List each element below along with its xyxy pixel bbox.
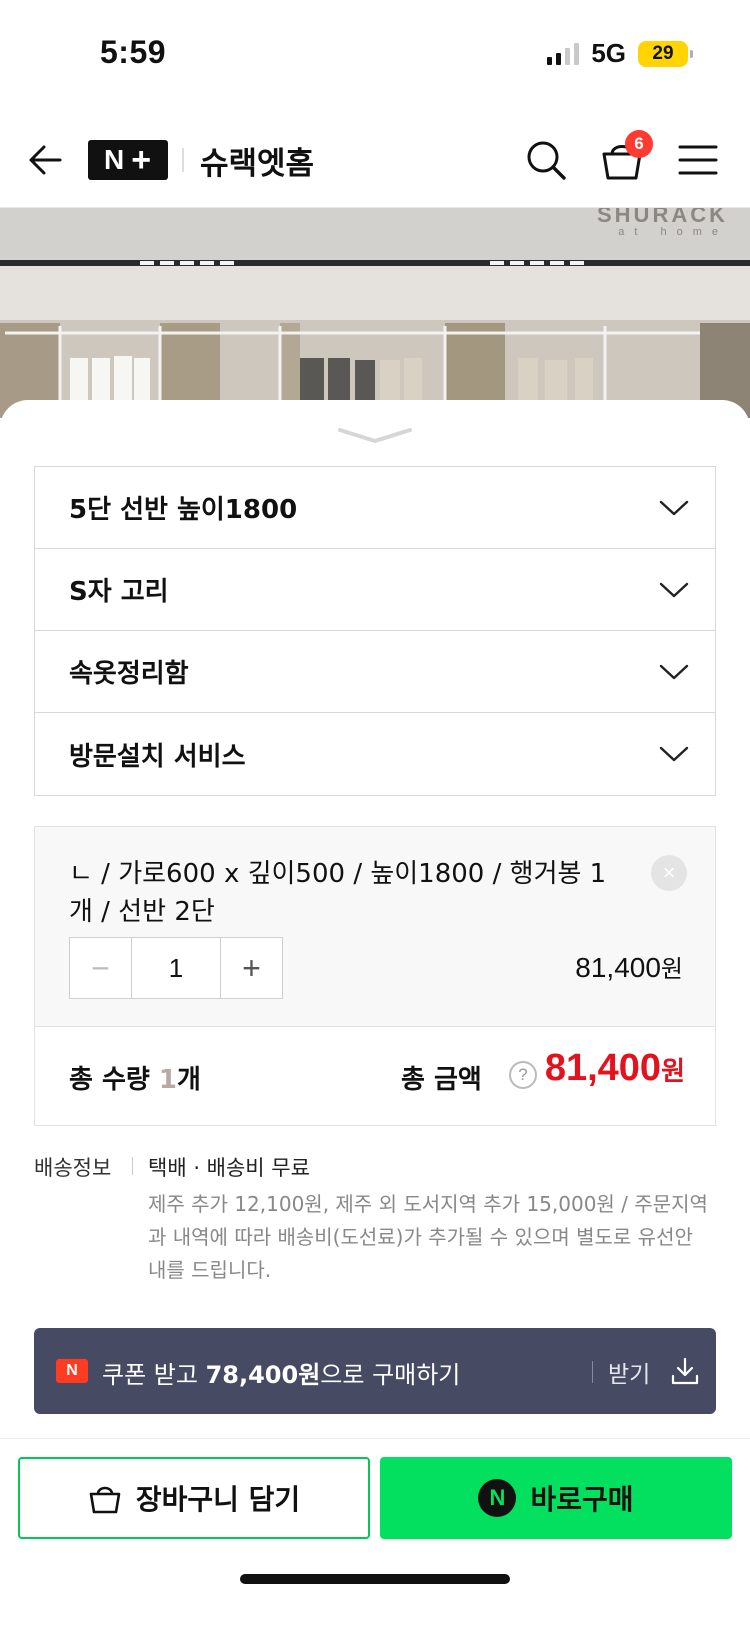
- shipping-description: 제주 추가 12,100원, 제주 외 도서지역 추가 15,000원 / 주문…: [148, 1192, 708, 1282]
- buy-now-button[interactable]: N 바로구매: [380, 1457, 732, 1539]
- total-amount-label: 총 금액: [401, 1065, 482, 1095]
- coupon-download-banner[interactable]: N 쿠폰 받고 78,400원으로 구매하기 받기: [34, 1328, 716, 1414]
- total-amount-value: 81,400: [544, 1047, 662, 1089]
- chevron-down-icon: [659, 582, 689, 597]
- sheet-collapse-chevron-icon[interactable]: [336, 424, 414, 446]
- chevron-down-icon: [659, 500, 689, 515]
- quantity-increase-button[interactable]: +: [220, 938, 282, 998]
- option-select-install-service[interactable]: 방문설치 서비스: [35, 713, 715, 795]
- quantity-value[interactable]: 1: [132, 938, 220, 998]
- chevron-down-icon: [659, 664, 689, 679]
- selected-item: ㄴ / 가로600 x 깊이500 / 높이1800 / 행거봉 1개 / 선반…: [35, 827, 715, 1027]
- total-quantity-label: 총 수량: [69, 1065, 159, 1095]
- app-header: N + 슈랙엣홈 6: [0, 110, 750, 208]
- shopping-bag-icon: [89, 1486, 121, 1514]
- total-quantity-value: 1: [158, 1065, 177, 1095]
- add-to-cart-button[interactable]: 장바구니 담기: [18, 1457, 370, 1539]
- chevron-down-icon: [659, 746, 689, 762]
- coupon-get-label[interactable]: 받기: [608, 1355, 650, 1389]
- download-icon[interactable]: [670, 1356, 700, 1386]
- selected-option-box: ㄴ / 가로600 x 깊이500 / 높이1800 / 행거봉 1개 / 선반…: [34, 826, 716, 1126]
- battery-level: 29: [652, 42, 674, 64]
- item-price: 81,400원: [575, 949, 683, 984]
- shipping-divider: [132, 1157, 133, 1175]
- brand-tagline: at home: [618, 226, 728, 238]
- coupon-suffix: 으로 구매하기: [320, 1361, 461, 1389]
- coupon-prefix: 쿠폰 받고: [102, 1361, 206, 1389]
- logo-plus: +: [131, 140, 153, 179]
- option-select-s-hook[interactable]: S자 고리: [35, 549, 715, 631]
- total-amount: 81,400원: [545, 1047, 685, 1090]
- option-label: 5단 선반 높이1800: [69, 495, 298, 525]
- purchase-action-bar: 장바구니 담기 N 바로구매: [0, 1438, 750, 1626]
- header-divider: [182, 148, 184, 172]
- naver-pay-icon: N: [478, 1479, 517, 1517]
- coupon-price: 78,400원: [205, 1361, 321, 1389]
- logo-n: N: [103, 144, 126, 175]
- store-name[interactable]: 슈랙엣홈: [200, 138, 314, 183]
- status-bar: 5:59 5G 29: [0, 0, 750, 110]
- option-label: 방문설치 서비스: [69, 741, 246, 772]
- total-quantity: 총 수량 1개: [69, 1059, 201, 1096]
- search-icon[interactable]: [524, 138, 568, 182]
- status-indicators: 5G 29: [547, 38, 693, 69]
- option-select-shelf[interactable]: 5단 선반 높이1800: [35, 467, 715, 549]
- battery-icon: 29: [638, 40, 693, 67]
- selected-item-description: ㄴ / 가로600 x 깊이500 / 높이1800 / 행거봉 1개 / 선반…: [69, 859, 607, 927]
- status-time: 5:59: [100, 34, 167, 70]
- closet-illustration: [0, 208, 750, 418]
- quantity-decrease-button[interactable]: −: [70, 938, 132, 998]
- item-price-unit: 원: [660, 955, 683, 983]
- product-image: SHURACK at home: [0, 208, 750, 418]
- back-arrow-icon[interactable]: [26, 140, 66, 180]
- brand-name: SHURACK: [597, 208, 728, 227]
- total-amount-unit: 원: [661, 1057, 685, 1087]
- naver-n-badge-icon: N: [56, 1359, 88, 1383]
- option-select-list: 5단 선반 높이1800 S자 고리 속옷정리함 방문설치 서비스: [34, 466, 716, 796]
- option-label: 속옷정리함: [69, 659, 189, 689]
- option-label: S자 고리: [69, 577, 169, 607]
- total-quantity-unit: 개: [176, 1065, 201, 1095]
- option-select-underwear-box[interactable]: 속옷정리함: [35, 631, 715, 713]
- coupon-divider: [592, 1361, 593, 1383]
- signal-icon: [547, 42, 580, 65]
- add-to-cart-label: 장바구니 담기: [135, 1483, 301, 1516]
- shipping-label: 배송정보: [34, 1156, 112, 1180]
- coupon-message: 쿠폰 받고 78,400원으로 구매하기: [102, 1355, 460, 1390]
- item-price-value: 81,400: [575, 952, 661, 983]
- remove-item-button[interactable]: ×: [651, 855, 687, 891]
- help-icon[interactable]: ?: [509, 1061, 537, 1089]
- quantity-stepper: − 1 +: [69, 937, 283, 999]
- buy-now-label: 바로구매: [530, 1483, 634, 1516]
- cart-count-badge: 6: [625, 130, 653, 158]
- naver-plus-logo[interactable]: N +: [88, 140, 168, 180]
- network-type: 5G: [591, 38, 626, 68]
- hamburger-menu-icon[interactable]: [678, 144, 718, 176]
- home-indicator[interactable]: [240, 1574, 510, 1584]
- shipping-method: 택배 · 배송비 무료: [148, 1156, 310, 1180]
- option-bottom-sheet: 5단 선반 높이1800 S자 고리 속옷정리함 방문설치 서비스 ㄴ / 가로…: [0, 400, 750, 1626]
- product-brand-mark: SHURACK at home: [597, 208, 728, 238]
